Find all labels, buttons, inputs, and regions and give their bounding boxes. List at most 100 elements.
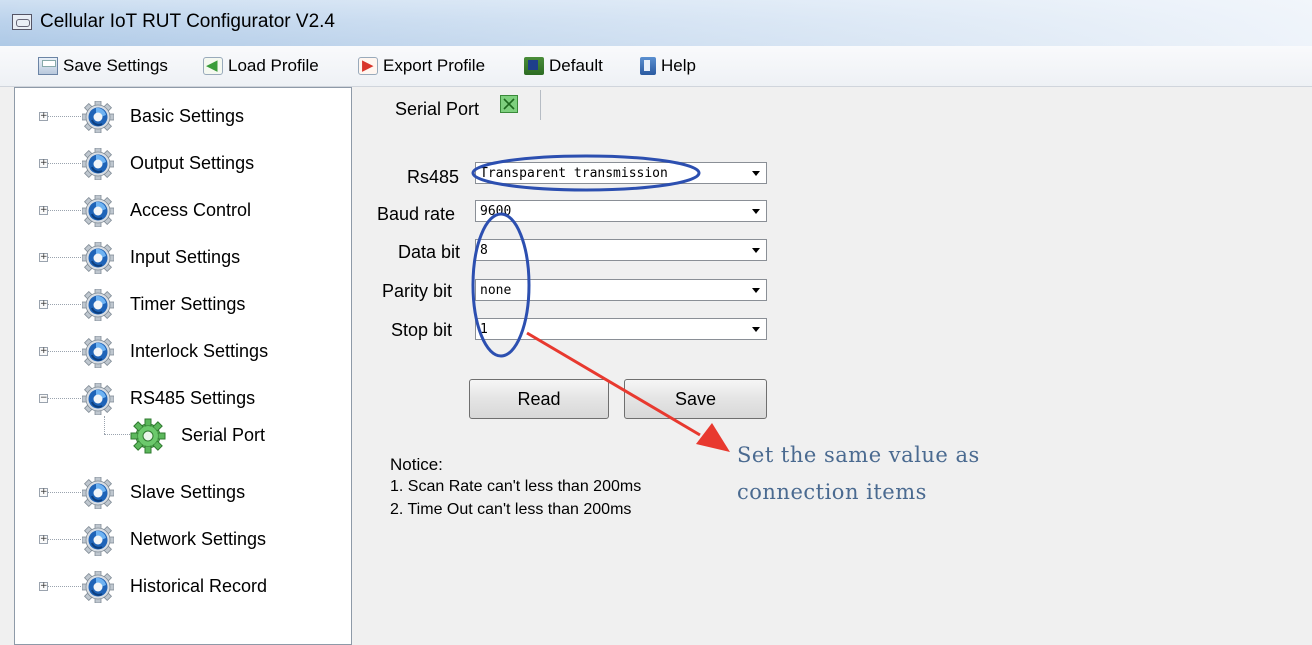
gear-icon	[82, 195, 114, 227]
load-profile-label: Load Profile	[228, 56, 319, 75]
default-icon	[524, 57, 544, 75]
tree-item-label: Basic Settings	[130, 106, 245, 126]
read-button[interactable]: Read	[469, 379, 609, 419]
export-arrow-icon	[358, 56, 378, 75]
notice-title: Notice:	[390, 455, 443, 474]
tree-item-label: Timer Settings	[130, 294, 246, 314]
expand-toggle[interactable]: +	[39, 535, 48, 544]
data-bit-select[interactable]: 8	[475, 239, 767, 261]
tree-item-rs485-settings[interactable]: − RS485 Settings	[15, 380, 351, 416]
chevron-down-icon	[752, 327, 760, 332]
help-button[interactable]: Help	[640, 54, 696, 78]
tree-connector	[48, 163, 83, 164]
expand-toggle[interactable]: +	[39, 300, 48, 309]
parity-bit-label: Parity bit	[382, 281, 453, 301]
baud-rate-label: Baud rate	[377, 204, 456, 224]
chevron-down-icon	[752, 248, 760, 253]
annotation-text-line-2: connection items	[737, 480, 927, 504]
chevron-down-icon	[752, 171, 760, 176]
expand-toggle[interactable]: +	[39, 206, 48, 215]
gear-icon	[82, 524, 114, 556]
tree-connector	[48, 539, 83, 540]
tree-item-serial-port[interactable]: Serial Port	[15, 416, 351, 454]
gear-icon	[82, 336, 114, 368]
tree-connector	[48, 351, 83, 352]
tree-connector	[48, 492, 83, 493]
export-profile-label: Export Profile	[383, 56, 486, 75]
expand-toggle[interactable]: +	[39, 582, 48, 591]
tree-item-label: Serial Port	[181, 425, 266, 445]
tree-connector	[104, 416, 105, 434]
help-icon	[640, 57, 656, 75]
data-bit-label: Data bit	[398, 242, 461, 262]
gear-icon	[82, 383, 114, 415]
tree-connector	[48, 586, 83, 587]
expand-toggle[interactable]: +	[39, 488, 48, 497]
annotation-arrow-head	[696, 423, 730, 452]
tree-item-label: Access Control	[130, 200, 252, 220]
tree-connector	[48, 116, 83, 117]
stop-bit-value: 1	[480, 322, 488, 337]
expand-toggle[interactable]: +	[39, 159, 48, 168]
save-button[interactable]: Save	[624, 379, 767, 419]
window-title: Cellular IoT RUT Configurator V2.4	[40, 11, 335, 32]
tree-item-input-settings[interactable]: + Input Settings	[15, 239, 351, 275]
tree-item-network-settings[interactable]: + Network Settings	[15, 521, 351, 557]
title-bar: Cellular IoT RUT Configurator V2.4	[0, 0, 1312, 46]
rs485-label: Rs485	[407, 167, 460, 187]
stop-bit-label: Stop bit	[391, 320, 453, 340]
gear-icon	[82, 571, 114, 603]
baud-rate-select[interactable]: 9600	[475, 200, 767, 222]
save-settings-button[interactable]: Save Settings	[38, 54, 168, 78]
chevron-down-icon	[752, 209, 760, 214]
tree-item-label: Historical Record	[130, 576, 268, 596]
app-icon	[12, 14, 32, 30]
stop-bit-select[interactable]: 1	[475, 318, 767, 340]
tree-item-interlock-settings[interactable]: + Interlock Settings	[15, 333, 351, 369]
tab-serial-port[interactable]: Serial Port	[380, 90, 541, 120]
gear-icon	[82, 289, 114, 321]
tree-connector	[48, 398, 83, 399]
export-profile-button[interactable]: Export Profile	[358, 54, 485, 78]
load-profile-button[interactable]: Load Profile	[203, 54, 319, 78]
tree-item-historical-record[interactable]: + Historical Record	[15, 568, 351, 604]
collapse-toggle[interactable]: −	[39, 394, 48, 403]
save-settings-label: Save Settings	[63, 56, 168, 75]
tree-item-slave-settings[interactable]: + Slave Settings	[15, 474, 351, 510]
tree-connector	[104, 434, 132, 435]
notice-line-2: 2. Time Out can't less than 200ms	[390, 501, 632, 518]
help-label: Help	[661, 56, 696, 75]
gear-icon	[82, 101, 114, 133]
gear-icon	[82, 148, 114, 180]
gear-icon	[82, 242, 114, 274]
tree-item-label: Slave Settings	[130, 482, 246, 502]
default-label: Default	[549, 56, 603, 75]
chevron-down-icon	[752, 288, 760, 293]
tree-item-label: Input Settings	[130, 247, 241, 267]
tree-connector	[48, 210, 83, 211]
tree-item-timer-settings[interactable]: + Timer Settings	[15, 286, 351, 322]
baud-rate-value: 9600	[480, 204, 512, 219]
rs485-select[interactable]: Transparent transmission	[475, 162, 767, 184]
default-button[interactable]: Default	[524, 54, 603, 78]
tree-item-access-control[interactable]: + Access Control	[15, 192, 351, 228]
tree-item-label: Output Settings	[130, 153, 255, 173]
tree-item-label: Network Settings	[130, 529, 267, 549]
expand-toggle[interactable]: +	[39, 347, 48, 356]
toolbar: Save Settings Load Profile Export Profil…	[0, 46, 1312, 87]
data-bit-value: 8	[480, 243, 488, 258]
tree-item-label: RS485 Settings	[130, 388, 256, 408]
tree-item-basic-settings[interactable]: + Basic Settings	[15, 98, 351, 134]
tree-connector	[48, 304, 83, 305]
settings-tree: + Basic Settings + Output Settings + Acc…	[14, 87, 352, 645]
save-icon	[38, 57, 58, 75]
expand-toggle[interactable]: +	[39, 253, 48, 262]
annotation-text-line-1: Set the same value as	[737, 443, 980, 467]
close-icon[interactable]	[500, 95, 518, 113]
tree-item-output-settings[interactable]: + Output Settings	[15, 145, 351, 181]
notice-line-1: 1. Scan Rate can't less than 200ms	[390, 478, 642, 495]
expand-toggle[interactable]: +	[39, 112, 48, 121]
parity-bit-select[interactable]: none	[475, 279, 767, 301]
tree-connector	[48, 257, 83, 258]
tree-item-label: Interlock Settings	[130, 341, 269, 361]
